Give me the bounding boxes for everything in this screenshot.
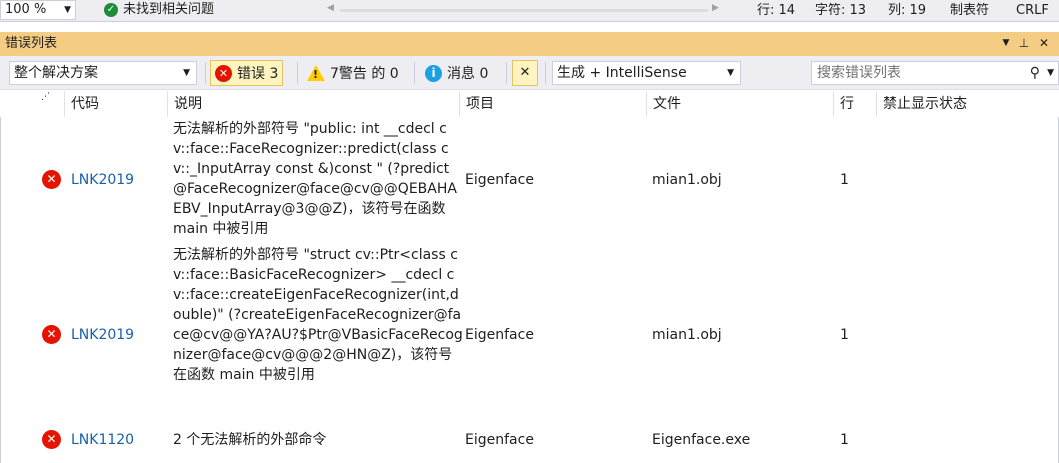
scroll-left-icon[interactable]: ◀ (327, 3, 334, 13)
error-description: 2 个无法解析的外部命令 (173, 432, 327, 448)
search-placeholder: 搜索错误列表 (817, 65, 901, 81)
errors-filter-button[interactable]: ✕ 错误 3 (210, 60, 284, 86)
column-header-suppression[interactable]: 禁止显示状态 (877, 91, 1058, 117)
error-code-link[interactable]: LNK2019 (71, 170, 134, 190)
column-header-file[interactable]: 文件 (647, 91, 834, 117)
pin-icon[interactable]: ⊥ (1016, 34, 1032, 52)
messages-filter-button[interactable]: i 消息 0 (420, 60, 493, 86)
error-icon: ✕ (42, 325, 61, 344)
panel-title-bar: 错误列表 ▼ ⊥ ✕ (0, 32, 1059, 56)
chevron-down-icon: ▼ (64, 5, 71, 15)
warnings-filter-button[interactable]: 7警告 的 0 (302, 60, 404, 86)
error-list-toolbar: 整个解决方案 ▼ ✕ 错误 3 7警告 的 0 i 消息 0 ✕ 生成 + In… (0, 56, 1059, 90)
errors-filter-label: 错误 3 (237, 66, 279, 82)
search-input[interactable]: 搜索错误列表 ⚲ ▼ (811, 61, 1059, 85)
char-indicator: 字符: 13 (815, 3, 867, 18)
line-indicator: 行: 14 (757, 3, 796, 18)
error-project: Eigenface (465, 172, 534, 188)
error-file: mian1.obj (652, 172, 722, 188)
col-indicator: 列: 19 (888, 3, 927, 18)
error-icon: ✕ (42, 170, 61, 189)
sort-indicator-icon: ⋰ (41, 92, 50, 102)
scroll-right-icon[interactable]: ▶ (712, 3, 719, 13)
chevron-down-icon[interactable]: ▼ (1047, 62, 1054, 84)
toolbar-separator (297, 62, 298, 84)
search-icon[interactable]: ⚲ (1030, 62, 1040, 84)
clear-filter-button[interactable]: ✕ (512, 60, 538, 86)
filter-icon: ✕ (519, 65, 531, 80)
column-header-sort[interactable]: ⋰ (35, 91, 65, 117)
toolbar-separator (414, 62, 415, 84)
chevron-down-icon: ▼ (727, 68, 734, 78)
table-row[interactable]: ✕ LNK2019 无法解析的外部符号 "struct cv::Ptr<clas… (0, 245, 1059, 425)
error-icon: ✕ (215, 64, 232, 82)
panel-title: 错误列表 (5, 36, 58, 51)
error-line: 1 (840, 327, 849, 343)
chevron-down-icon: ▼ (183, 68, 190, 78)
error-line: 1 (840, 172, 849, 188)
column-header-code[interactable]: 代码 (65, 91, 168, 117)
toolbar-separator (205, 62, 206, 84)
table-row[interactable]: ✕ LNK1120 2 个无法解析的外部命令 Eigenface Eigenfa… (0, 429, 1059, 451)
error-file: Eigenface.exe (652, 432, 751, 448)
issues-text: 未找到相关问题 (123, 2, 215, 17)
column-header-line[interactable]: 行 (834, 91, 877, 117)
error-icon: ✕ (42, 430, 61, 449)
error-code-link[interactable]: LNK1120 (71, 430, 134, 450)
scope-dropdown[interactable]: 整个解决方案 ▼ (9, 61, 197, 85)
toolbar-separator (506, 62, 507, 84)
tab-indicator[interactable]: 制表符 (950, 2, 989, 20)
error-project: Eigenface (465, 432, 534, 448)
error-description: 无法解析的外部符号 "struct cv::Ptr<class cv::face… (173, 247, 463, 383)
error-description: 无法解析的外部符号 "public: int __cdecl cv::face:… (173, 121, 457, 237)
grid-header: ⋰ 代码 说明 项目 文件 行 禁止显示状态 (0, 91, 1059, 117)
close-icon[interactable]: ✕ (1036, 34, 1052, 52)
zoom-value: 100 % (5, 2, 47, 17)
horizontal-scrollbar[interactable] (340, 9, 708, 12)
error-file: mian1.obj (652, 327, 722, 343)
toolbar-separator (545, 62, 546, 84)
column-header-project[interactable]: 项目 (460, 91, 647, 117)
build-filter-dropdown[interactable]: 生成 + IntelliSense ▼ (552, 61, 741, 85)
build-filter-value: 生成 + IntelliSense (557, 65, 687, 81)
column-header-description[interactable]: 说明 (168, 91, 460, 117)
issues-indicator[interactable]: ✓ 未找到相关问题 (104, 1, 214, 19)
warnings-filter-label: 7警告 的 0 (330, 66, 399, 82)
status-strip: 100 % ▼ ✓ 未找到相关问题 ◀ ▶ 行: 14 字符: 13 列: 19… (0, 0, 1059, 22)
info-icon: i (425, 64, 442, 82)
error-project: Eigenface (465, 327, 534, 343)
warning-icon (307, 65, 325, 81)
zoom-dropdown[interactable]: 100 % ▼ (0, 0, 76, 20)
messages-filter-label: 消息 0 (447, 66, 489, 82)
table-row[interactable]: ✕ LNK2019 无法解析的外部符号 "public: int __cdecl… (0, 119, 1059, 241)
scope-value: 整个解决方案 (14, 65, 98, 81)
check-circle-icon: ✓ (104, 3, 118, 17)
eol-indicator[interactable]: CRLF (1016, 2, 1049, 20)
window-position-icon[interactable]: ▼ (998, 34, 1014, 52)
error-line: 1 (840, 432, 849, 448)
error-code-link[interactable]: LNK2019 (71, 325, 134, 345)
